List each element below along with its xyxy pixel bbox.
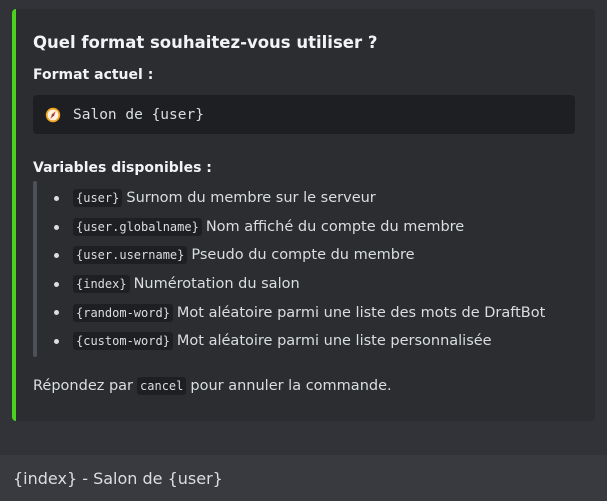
cancel-code: cancel [137, 377, 187, 395]
variable-code: {user.username} [73, 246, 188, 265]
variable-code: {user.globalname} [73, 217, 202, 236]
list-item: {user} Surnom du membre sur le serveur [54, 184, 545, 213]
blockquote-bar [33, 181, 37, 357]
variable-description: Surnom du membre sur le serveur [126, 190, 376, 207]
variable-description: Nom affiché du compte du membre [205, 218, 465, 235]
bullet-icon [54, 196, 59, 201]
embed-title: Quel format souhaitez-vous utiliser ? [33, 33, 378, 52]
variable-description: Pseudo du compte du membre [191, 247, 415, 264]
variable-code: {random-word} [73, 303, 173, 322]
list-item: {user.username} Pseudo du compte du memb… [54, 241, 545, 270]
current-format-value: Salon de {user} [73, 106, 204, 123]
bullet-icon [54, 253, 59, 259]
footer-prefix: Répondez par [33, 378, 134, 394]
variable-description: Mot aléatoire parmi une liste personnali… [176, 333, 492, 350]
list-item: {index} Numérotation du salon [54, 270, 545, 299]
list-item: {random-word} Mot aléatoire parmi une li… [54, 298, 546, 327]
variable-code: {index} [73, 275, 130, 294]
variable-code: {user} [73, 189, 123, 208]
variable-description: Mot aléatoire parmi une liste des mots d… [176, 304, 546, 321]
bullet-icon [54, 338, 59, 344]
list-item: {custom-word} Mot aléatoire parmi une li… [54, 327, 545, 356]
embed-card: Quel format souhaitez-vous utiliser ? Fo… [12, 9, 595, 421]
variable-description: Numérotation du salon [133, 276, 300, 293]
bullet-icon [54, 310, 59, 316]
variables-label: Variables disponibles : [33, 160, 212, 176]
variable-code: {custom-word} [73, 332, 173, 351]
list-item: {user.globalname} Nom affiché du compte … [54, 213, 545, 242]
variables-list: {user} Surnom du membre sur le serveur {… [54, 184, 546, 356]
bullet-icon [54, 281, 59, 287]
compass-icon [45, 107, 61, 123]
current-format-label: Format actuel : [33, 67, 154, 83]
footer-suffix: pour annuler la commande. [190, 378, 392, 394]
message-input-text[interactable]: {index} - Salon de {user} [13, 469, 223, 488]
message-input[interactable]: {index} - Salon de {user} [0, 455, 607, 501]
current-format-codeblock: Salon de {user} [33, 95, 575, 134]
bullet-icon [54, 224, 59, 230]
embed-footer-text: Répondez par cancel pour annuler la comm… [33, 377, 392, 395]
